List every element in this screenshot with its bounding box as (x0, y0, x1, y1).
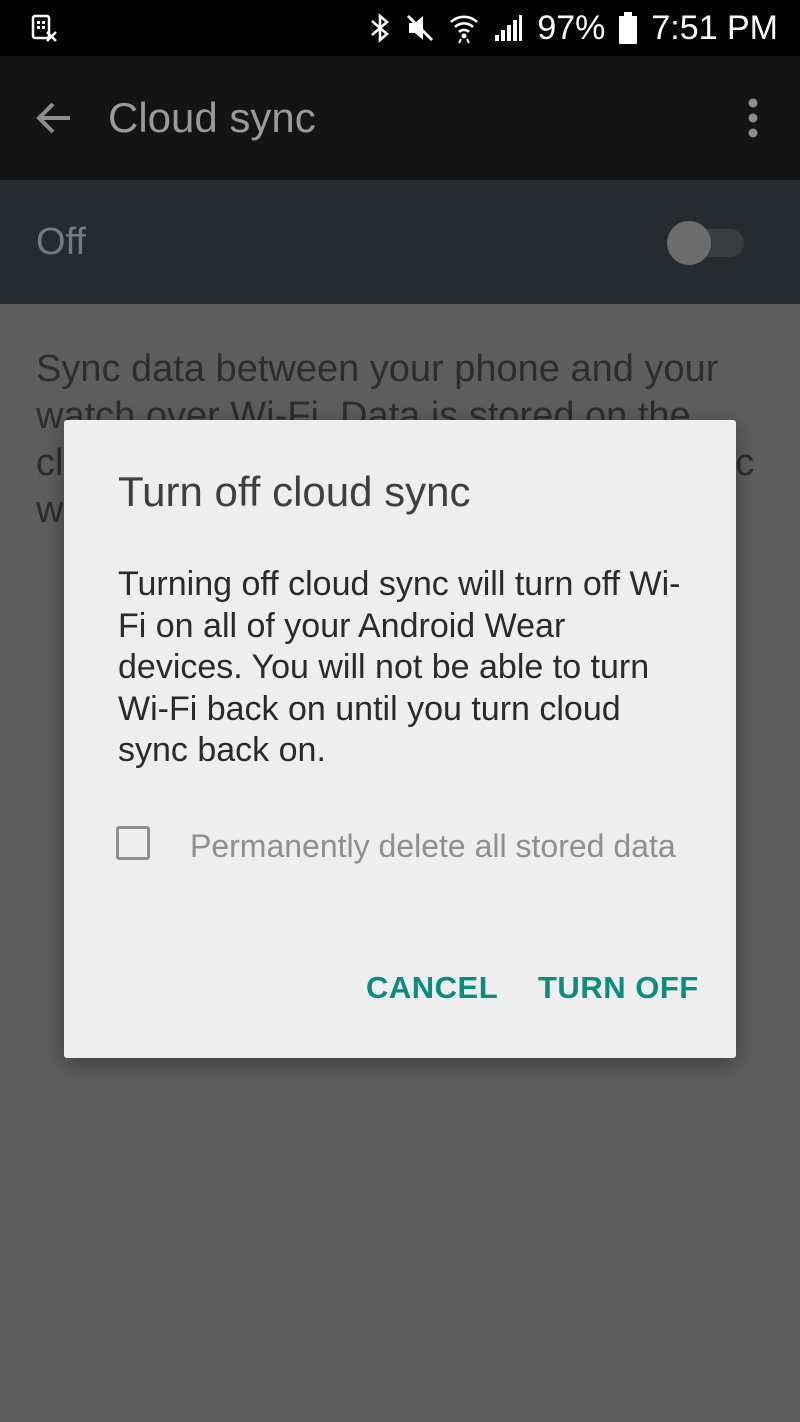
delete-data-label[interactable]: Permanently delete all stored data (190, 824, 676, 868)
wifi-icon (449, 12, 479, 44)
bluetooth-icon (369, 12, 391, 44)
dialog-message: Turning off cloud sync will turn off Wi-… (118, 565, 681, 769)
delete-data-option[interactable]: Permanently delete all stored data (116, 824, 716, 868)
master-switch-label: Off (36, 221, 86, 263)
page-title: Cloud sync (108, 94, 316, 141)
dialog-title: Turn off cloud sync (118, 468, 471, 515)
arrow-back-icon[interactable] (34, 98, 74, 138)
mute-icon (405, 13, 435, 43)
battery-icon (619, 12, 638, 44)
turn-off-button[interactable]: TURN OFF (538, 966, 699, 1010)
cancel-button[interactable]: CANCEL (366, 966, 498, 1010)
delete-data-checkbox[interactable] (116, 826, 150, 860)
more-vert-icon[interactable] (746, 98, 760, 138)
turn-off-dialog: Turn off cloud sync Turning off cloud sy… (64, 420, 736, 1058)
clock: 7:51 PM (651, 9, 778, 47)
master-switch-thumb[interactable] (667, 221, 711, 265)
status-bar: 97% 7:51 PM (0, 0, 800, 56)
signal-icon (493, 13, 523, 43)
screenshot-icon (30, 14, 58, 42)
app-bar: Cloud sync (0, 56, 800, 180)
battery-percent: 97% (537, 9, 606, 47)
